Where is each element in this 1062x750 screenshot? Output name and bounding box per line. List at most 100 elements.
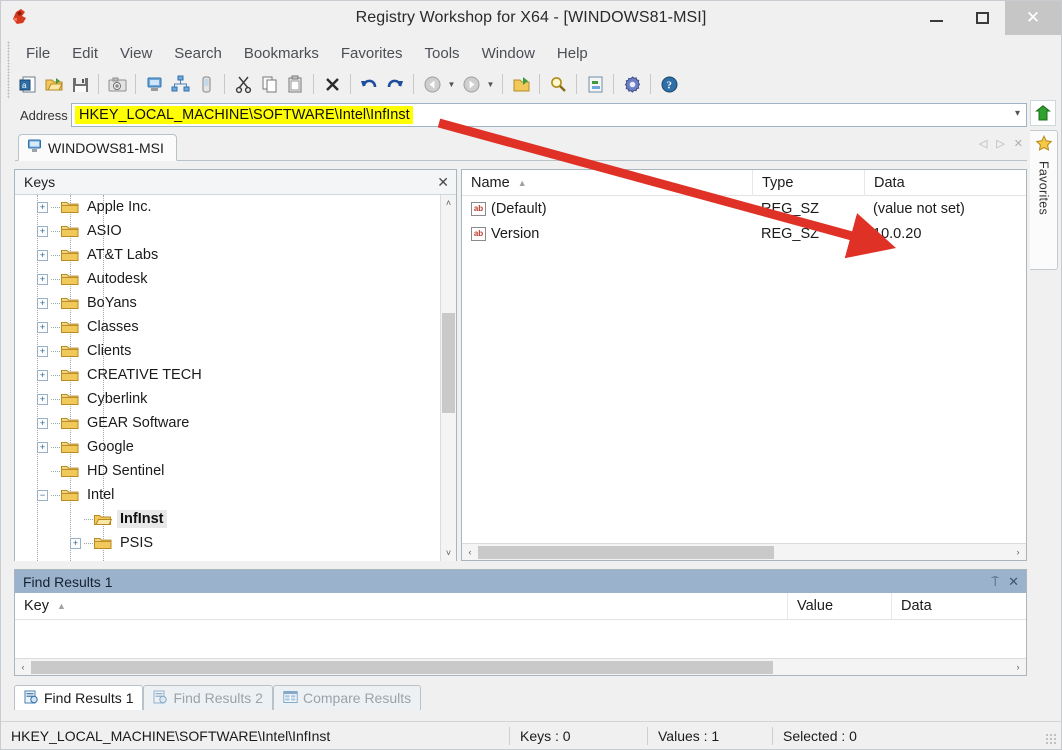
find-results-list[interactable] <box>15 620 1026 659</box>
tree-expander-icon[interactable]: + <box>37 345 48 357</box>
paste-icon[interactable] <box>282 71 308 97</box>
back-icon[interactable] <box>419 71 445 97</box>
tree-node-clients[interactable]: + Clients <box>15 339 440 363</box>
address-input[interactable]: HKEY_LOCAL_MACHINE\SOFTWARE\Intel\InfIns… <box>71 103 1027 127</box>
tree-node-psis[interactable]: + PSIS <box>15 531 440 555</box>
open-icon[interactable] <box>41 71 67 97</box>
tree-node-hd-sentinel[interactable]: HD Sentinel <box>15 459 440 483</box>
tree-expander-icon[interactable]: + <box>37 297 48 309</box>
tree-node-asio[interactable]: + ASIO <box>15 219 440 243</box>
close-button[interactable]: ✕ <box>1005 1 1061 35</box>
bookmark-icon[interactable] <box>508 71 534 97</box>
tree-scroll-up-icon[interactable]: ˄ <box>441 195 456 211</box>
tree-node-google[interactable]: + Google <box>15 435 440 459</box>
values-scroll-left-icon[interactable]: ‹ <box>462 547 478 557</box>
tree-node-cyberlink[interactable]: + Cyberlink <box>15 387 440 411</box>
delete-icon[interactable] <box>319 71 345 97</box>
menu-favorites[interactable]: Favorites <box>330 42 414 65</box>
tree-expander-icon[interactable]: + <box>37 225 48 237</box>
table-row[interactable]: ab Version REG_SZ 10.0.20 <box>462 221 1026 246</box>
table-row[interactable]: ab (Default) REG_SZ (value not set) <box>462 196 1026 221</box>
find-results-horizontal-scrollbar[interactable]: ‹ › <box>15 658 1026 675</box>
tree-expander-icon[interactable]: + <box>37 441 48 453</box>
menu-edit[interactable]: Edit <box>61 42 109 65</box>
forward-icon[interactable] <box>458 71 484 97</box>
tab-windows81-msi[interactable]: WINDOWS81-MSI <box>18 134 177 161</box>
column-header-fr-data[interactable]: Data <box>891 593 1021 619</box>
find-scroll-left-icon[interactable]: ‹ <box>15 662 31 672</box>
menu-bookmarks[interactable]: Bookmarks <box>233 42 330 65</box>
tree-vertical-scrollbar[interactable]: ˄ ˅ <box>440 195 456 561</box>
close-icon[interactable]: ✕ <box>1008 574 1019 590</box>
tab-next-icon[interactable]: ▷ <box>996 137 1004 150</box>
registry-file-icon[interactable] <box>193 71 219 97</box>
toolbar-grip[interactable] <box>7 41 10 99</box>
column-header-type[interactable]: Type <box>752 169 864 196</box>
cut-icon[interactable] <box>230 71 256 97</box>
tree-node-boyans[interactable]: + BoYans <box>15 291 440 315</box>
registry-tree[interactable]: + Apple Inc. + ASIO + AT&T Labs + Autodesk + BoYa… <box>15 195 456 561</box>
values-list[interactable]: ab (Default) REG_SZ (value not set) ab Versio… <box>462 196 1026 246</box>
find-icon[interactable] <box>545 71 571 97</box>
bottom-tab-find-results-1[interactable]: Find Results 1 <box>14 685 144 710</box>
green-arrow-icon[interactable] <box>1030 100 1056 126</box>
values-scroll-thumb[interactable] <box>478 545 774 559</box>
menu-view[interactable]: View <box>109 42 163 65</box>
options-icon[interactable] <box>619 71 645 97</box>
local-computer-icon[interactable] <box>141 71 167 97</box>
keys-panel-close-icon[interactable]: ✕ <box>437 174 449 191</box>
tree-node-apple-inc-[interactable]: + Apple Inc. <box>15 195 440 219</box>
copy-icon[interactable] <box>256 71 282 97</box>
chevron-down-icon[interactable]: ▾ <box>1015 108 1020 119</box>
bottom-tab-compare-results[interactable]: Compare Results <box>272 685 422 710</box>
tree-expander-icon[interactable]: + <box>37 417 48 429</box>
tree-expander-icon[interactable]: + <box>37 201 48 213</box>
tree-expander-icon[interactable]: + <box>37 369 48 381</box>
menu-window[interactable]: Window <box>471 42 546 65</box>
column-header-data[interactable]: Data <box>864 169 1024 196</box>
column-header-fr-value[interactable]: Value <box>787 593 891 619</box>
minimize-button[interactable] <box>913 1 959 35</box>
tree-expander-icon[interactable]: + <box>37 393 48 405</box>
forward-dropdown-icon[interactable]: ▼ <box>484 72 497 96</box>
tree-node-gear-software[interactable]: + GEAR Software <box>15 411 440 435</box>
tree-node-intel[interactable]: − Intel <box>15 483 440 507</box>
screenshot-icon[interactable] <box>104 71 130 97</box>
tree-node-creative-tech[interactable]: + CREATIVE TECH <box>15 363 440 387</box>
tree-node-infinst[interactable]: InfInst <box>15 507 440 531</box>
find-scroll-right-icon[interactable]: › <box>1010 662 1026 672</box>
tree-expander-icon[interactable]: + <box>37 273 48 285</box>
tree-scroll-thumb[interactable] <box>442 313 455 413</box>
tree-node-at-t-labs[interactable]: + AT&T Labs <box>15 243 440 267</box>
pin-icon[interactable]: ⍑ <box>991 574 999 590</box>
tree-node-classes[interactable]: + Classes <box>15 315 440 339</box>
address-value[interactable]: HKEY_LOCAL_MACHINE\SOFTWARE\Intel\InfIns… <box>75 106 413 124</box>
tree-expander-icon[interactable]: + <box>37 321 48 333</box>
find-scroll-thumb[interactable] <box>31 660 773 674</box>
values-scroll-right-icon[interactable]: › <box>1010 547 1026 557</box>
column-header-key[interactable]: Key ▲ <box>15 593 787 619</box>
tree-expander-icon[interactable]: + <box>37 249 48 261</box>
redo-icon[interactable] <box>382 71 408 97</box>
undo-icon[interactable] <box>356 71 382 97</box>
favorites-tab[interactable]: Favorites <box>1030 130 1058 270</box>
column-header-name[interactable]: Name ▲ <box>462 170 752 196</box>
tree-scroll-down-icon[interactable]: ˅ <box>441 545 456 561</box>
tree-node-autodesk[interactable]: + Autodesk <box>15 267 440 291</box>
back-dropdown-icon[interactable]: ▼ <box>445 72 458 96</box>
resize-grip[interactable] <box>1045 733 1057 745</box>
tree-expander-icon[interactable]: − <box>37 489 48 501</box>
menu-file[interactable]: File <box>15 42 61 65</box>
tab-prev-icon[interactable]: ◁ <box>979 137 987 150</box>
menu-tools[interactable]: Tools <box>414 42 471 65</box>
maximize-button[interactable] <box>959 1 1005 35</box>
menu-help[interactable]: Help <box>546 42 599 65</box>
save-icon[interactable] <box>67 71 93 97</box>
values-horizontal-scrollbar[interactable]: ‹ › <box>462 543 1026 560</box>
remote-registry-icon[interactable] <box>167 71 193 97</box>
bottom-tab-find-results-2[interactable]: Find Results 2 <box>143 685 273 710</box>
new-icon[interactable]: a <box>15 71 41 97</box>
menu-search[interactable]: Search <box>163 42 233 65</box>
tree-expander-icon[interactable]: + <box>70 537 81 549</box>
tab-close-icon[interactable]: ✕ <box>1014 137 1023 150</box>
